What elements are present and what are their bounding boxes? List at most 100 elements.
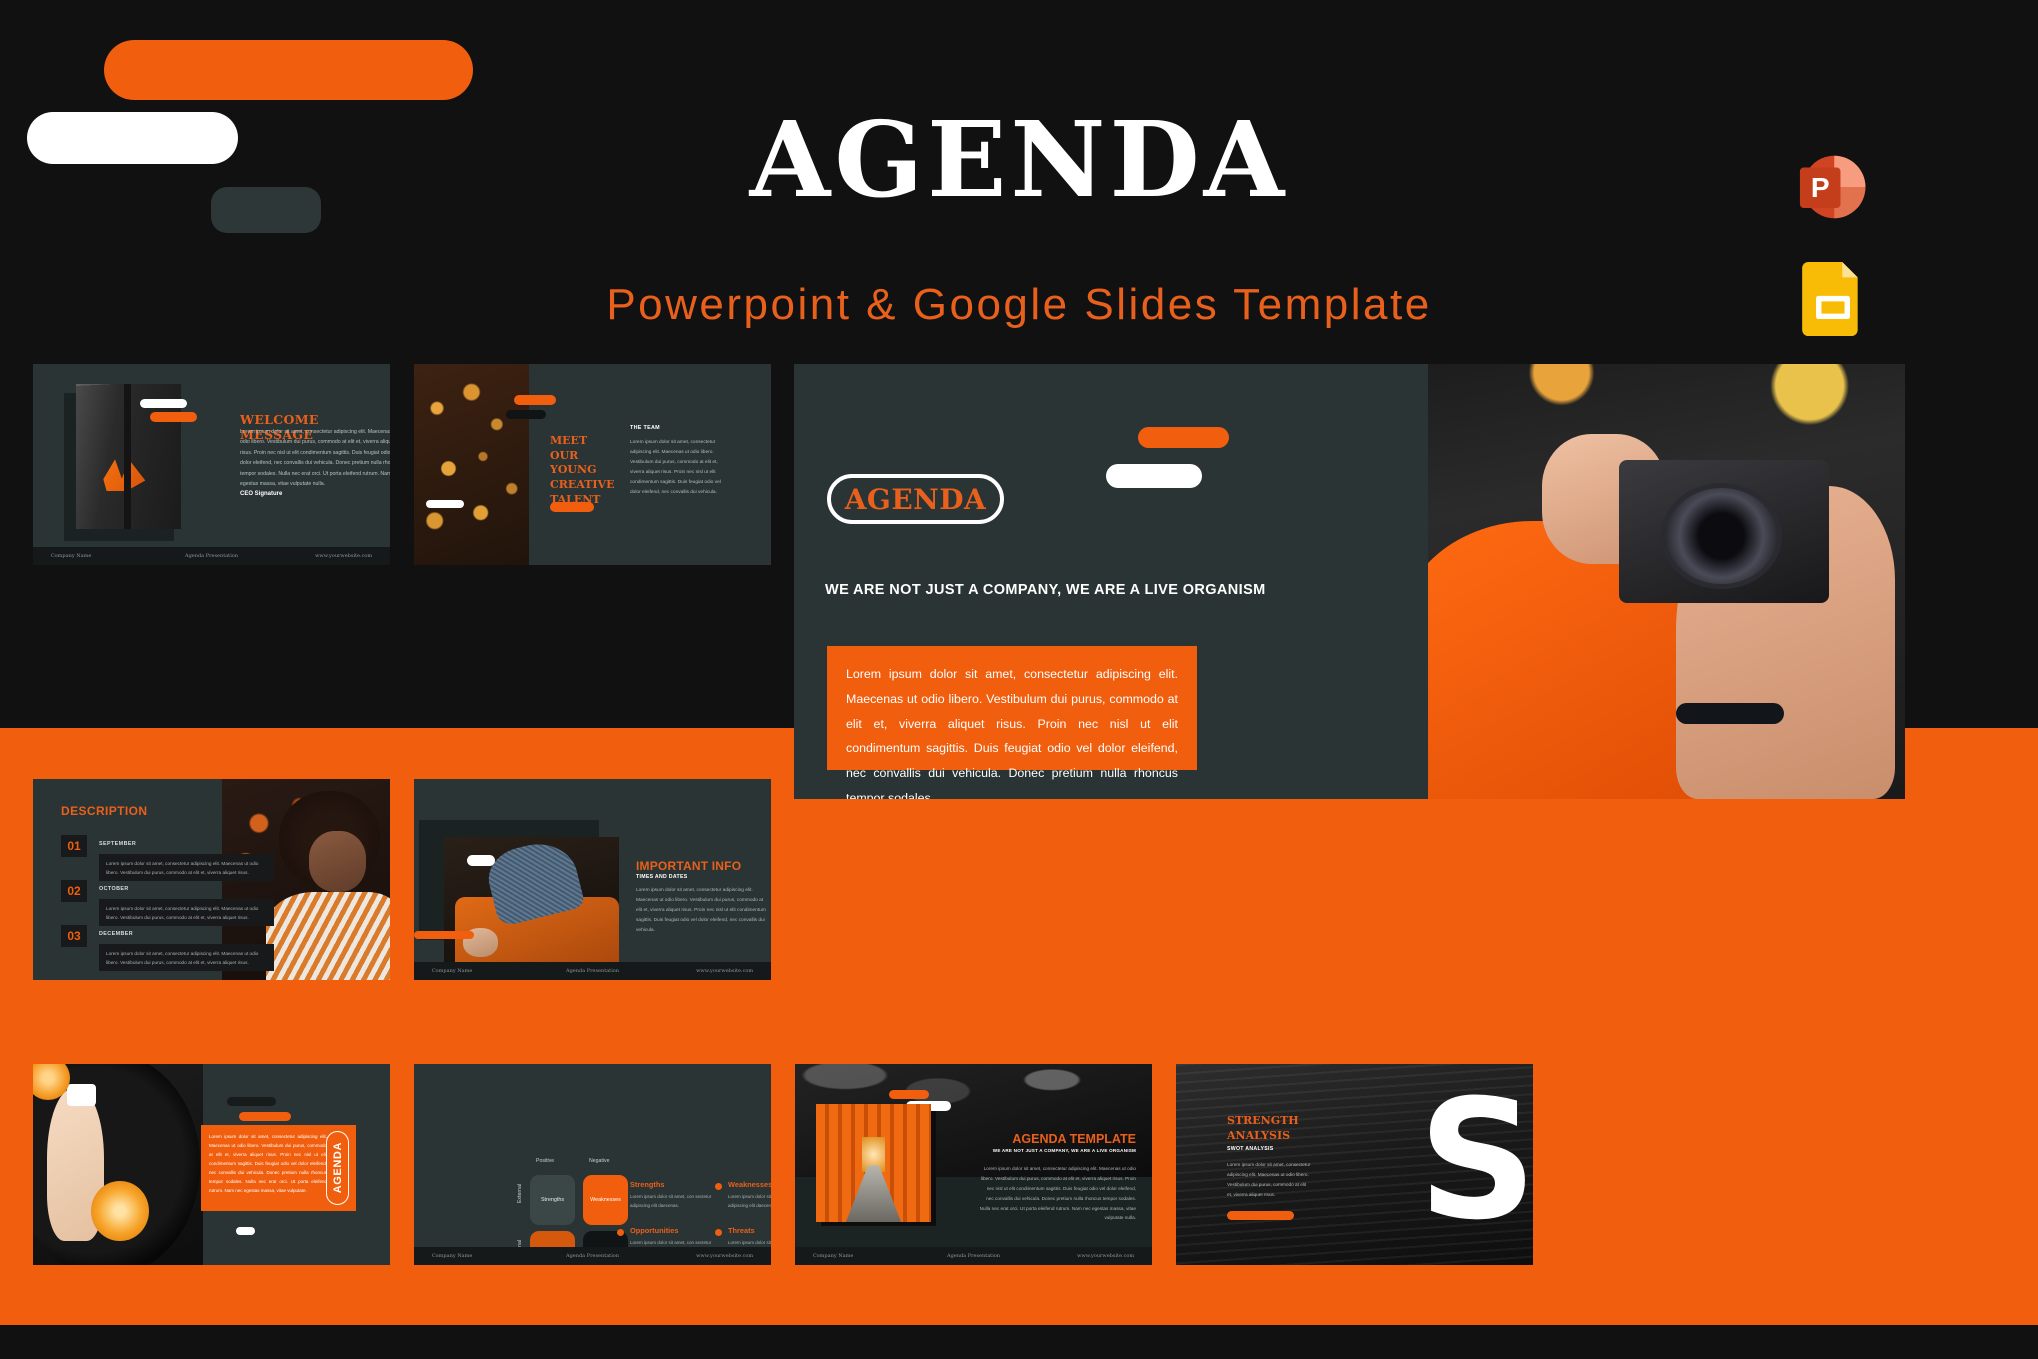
google-slides-icon [1802,262,1858,336]
slide-body: Lorem ipsum dolor sit amet, consectetur … [630,440,721,496]
decor-pill-orange [104,40,473,100]
photo-path [845,1165,902,1222]
slide-orange-card[interactable]: Lorem ipsum dolor sit amet, consectetur … [33,1064,390,1265]
slide-description[interactable]: DESCRIPTION 01 SEPTEMBER Lorem ipsum dol… [33,779,390,980]
svg-text:P: P [1811,172,1830,203]
row-body: Lorem ipsum dolor sit amet, consectetur … [106,861,259,876]
footer-website: www.yourwebsite.com [315,552,373,559]
agenda-badge: AGENDA [827,474,1004,524]
decor-pill-orange [414,931,474,939]
slide-welcome-message[interactable]: WELCOME MESSAGE Lorem ipsum dolor sit am… [33,364,390,565]
row-number: 01 [61,835,87,857]
slide-strength-analysis[interactable]: S STRENGTH ANALYSIS SWOT ANALYSIS Lorem … [1176,1064,1533,1265]
slide-swot-matrix[interactable]: Positive Negative External Internal Stre… [414,1064,771,1265]
slide-featured-agenda[interactable]: AGENDA WE ARE NOT JUST A COMPANY, WE ARE… [794,364,1905,799]
decor-pill-dark [1676,703,1785,725]
swot-item-title: Strengths [630,1180,665,1189]
slide-photo-torii [816,1104,931,1222]
agenda-vertical-label: AGENDA [331,1142,344,1194]
ceo-signature: CEO Signature [240,491,283,497]
slide-photo-photographer [1428,364,1905,799]
decor-pill-orange [239,1112,291,1121]
bullet-dot-icon [617,1183,624,1190]
row-body: Lorem ipsum dolor sit amet, consectetur … [106,906,259,921]
photo-face [309,831,367,892]
row-number: 02 [61,880,87,902]
decor-pill-orange-2 [550,502,594,512]
slide-agenda-template[interactable]: AGENDA TEMPLATE WE ARE NOT JUST A COMPAN… [795,1064,1152,1265]
footer-title: Agenda Presentation [946,1252,1001,1259]
row-text-box: Lorem ipsum dolor sit amet, consectetur … [99,944,274,971]
slide-footer: Company Name Agenda Presentation www.you… [414,1246,771,1265]
footer-title: Agenda Presentation [565,967,620,974]
slide-footer: Company Name Agenda Presentation www.you… [414,961,771,980]
swot-cell-strengths[interactable]: Strengths [530,1175,575,1225]
slide-heading: DESCRIPTION [61,804,148,818]
slide-photo-leaves [414,364,529,565]
slide-body: Lorem ipsum dolor sit amet, consectetur … [240,429,390,488]
swot-item-title: Opportunities [630,1226,679,1235]
bullet-dot-icon [715,1183,722,1190]
slide-footer: Company Name Agenda Presentation www.you… [795,1246,1152,1265]
photo-shirt [265,891,390,980]
agenda-badge-label: AGENDA [844,482,987,516]
slide-text-card: Lorem ipsum dolor sit amet, consectetur … [201,1125,356,1211]
footer-title: Agenda Presentation [565,1252,620,1259]
decor-pill-white [426,500,464,508]
decor-pill-orange [889,1090,929,1099]
swot-col-negative: Negative [589,1158,610,1164]
photo-orange-slice-2 [90,1180,149,1241]
slide-body: Lorem ipsum dolor sit amet, consectetur … [1227,1162,1311,1197]
powerpoint-icon: P [1799,155,1866,219]
bullet-dot-icon [715,1229,722,1236]
swot-col-positive: Positive [536,1158,555,1164]
slide-heading: MEET OUR YOUNG CREATIVE TALENT [550,434,615,506]
slide-kicker: THE TEAM [630,425,660,431]
decor-pill-white [1106,464,1202,488]
decor-pill-orange [1227,1211,1294,1220]
row-month: OCTOBER [99,886,129,892]
footer-website: www.yourwebsite.com [696,967,754,974]
footer-company: Company Name [50,552,92,559]
footer-company: Company Name [812,1252,854,1259]
slide-kicker: SWOT ANALYSIS [1227,1146,1274,1152]
swot-item-title: Threats [728,1226,755,1235]
slide-meet-our-team[interactable]: MEET OUR YOUNG CREATIVE TALENT THE TEAM … [414,364,771,565]
slide-footer: Company Name Agenda Presentation www.you… [33,546,390,565]
photo-bottle-cap [67,1084,96,1107]
slide-body: Lorem ipsum dolor sit amet, consectetur … [979,1166,1136,1221]
swot-item-body: Lorem ipsum dolor sit amet, con sectetur… [630,1194,712,1209]
swot-item-body: Lorem ipsum dolor sit amet, con sectetur… [728,1194,771,1209]
footer-website: www.yourwebsite.com [1077,1252,1135,1259]
slide-body: Lorem ipsum dolor sit amet, consectetur … [209,1134,327,1193]
slide-heading: STRENGTH ANALYSIS [1227,1114,1299,1142]
row-month: DECEMBER [99,931,134,937]
agenda-vertical-badge: AGENDA [326,1131,349,1205]
slide-heading: IMPORTANT INFO [636,859,742,873]
swot-row-external: External [517,1184,523,1204]
slide-important-info[interactable]: IMPORTANT INFO TIMES AND DATES Lorem ips… [414,779,771,980]
slide-body: Lorem ipsum dolor sit amet, consectetur … [846,667,1178,799]
slide-photo-oranges [33,1064,203,1265]
page-subtitle: Powerpoint & Google Slides Template [606,280,1432,329]
row-text-box: Lorem ipsum dolor sit amet, consectetur … [99,854,274,881]
page-title: AGENDA [749,98,1289,221]
row-month: SEPTEMBER [99,841,137,847]
bullet-dot-icon [617,1229,624,1236]
footer-company: Company Name [431,967,473,974]
decor-pill-white [140,399,187,408]
footer-website: www.yourwebsite.com [696,1252,754,1259]
poster-page: AGENDA Powerpoint & Google Slides Templa… [0,0,2038,1359]
row-text-box: Lorem ipsum dolor sit amet, consectetur … [99,899,274,926]
slide-text-card: Lorem ipsum dolor sit amet, consectetur … [827,646,1197,799]
decor-pill-white [236,1227,255,1235]
decor-pill-orange [1138,427,1229,448]
decor-pill-orange [514,395,556,405]
decor-pill-orange [150,412,197,422]
footer-title: Agenda Presentation [184,552,239,559]
slide-tagline: WE ARE NOT JUST A COMPANY, WE ARE A LIVE… [825,582,1266,598]
footer-company: Company Name [431,1252,473,1259]
swot-item-title: Weaknesses [728,1180,771,1189]
slide-kicker: TIMES AND DATES [636,874,688,880]
decor-pill-dark [227,1097,276,1106]
